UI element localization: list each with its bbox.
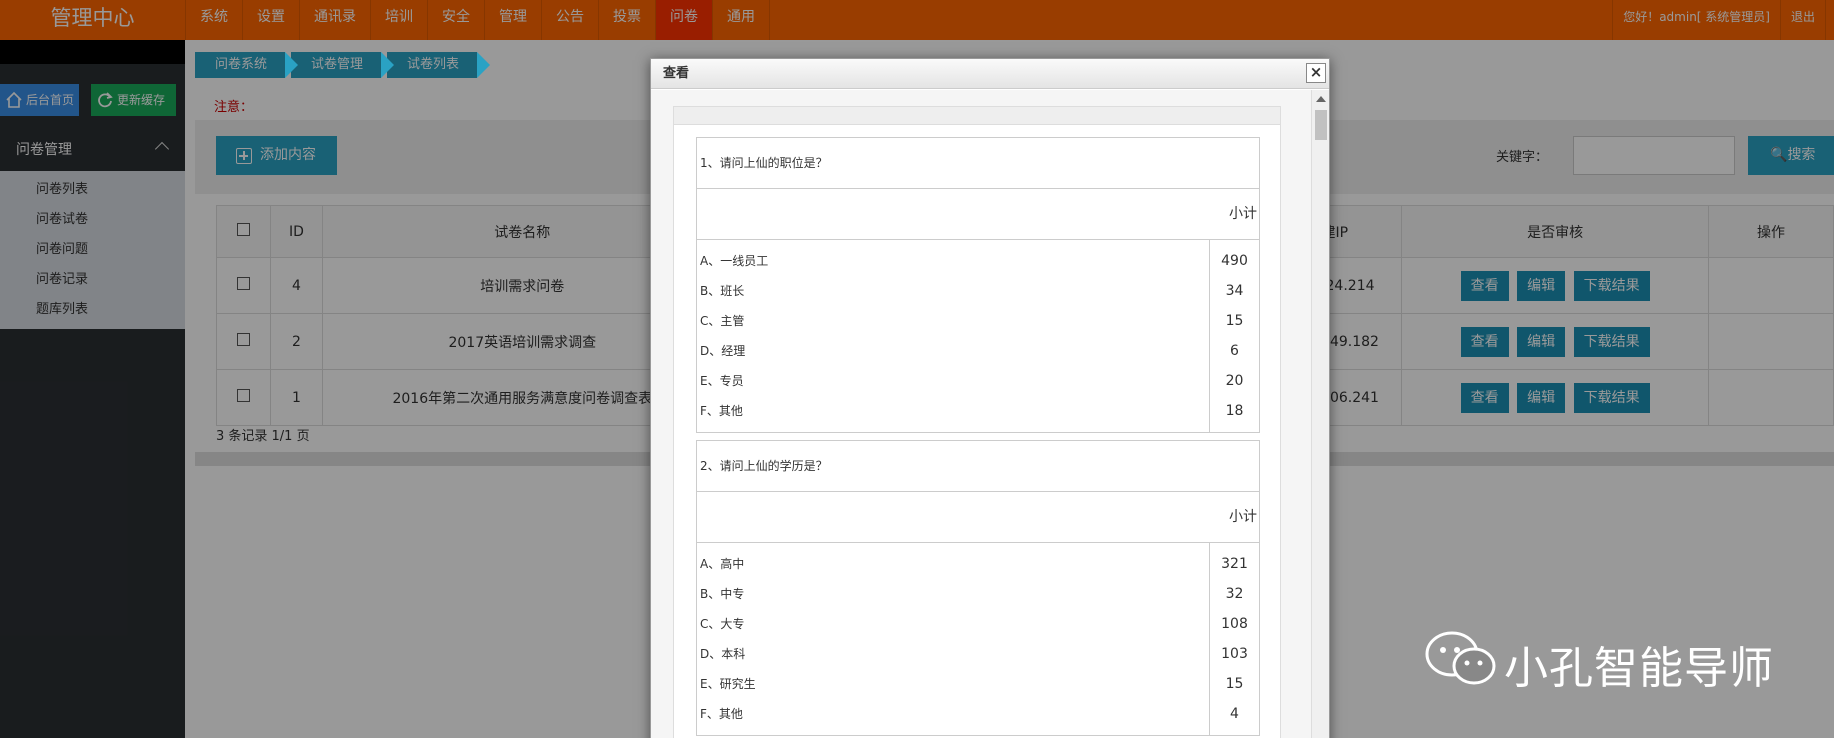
dialog-scrollbar[interactable] [1311, 90, 1329, 738]
dialog-body: 1、请问上仙的职位是？ 小计 A、一线员工 490 B、班长 34 C、主管 15 D… [651, 90, 1329, 738]
option-label: D、本科 [700, 647, 746, 661]
question-title: 1、请问上仙的职位是？ [697, 138, 1259, 189]
question-block: 2、请问上仙的学历是？ 小计 A、高中 321 B、中专 32 C、大专 108 D、… [696, 440, 1260, 736]
option-row: C、大专 108 [697, 609, 1259, 639]
subtotal-label: 小计 [697, 189, 1259, 240]
sheet-top-strip [674, 107, 1280, 125]
option-count: 321 [1221, 556, 1248, 572]
option-label: D、经理 [700, 344, 746, 358]
option-row: D、经理 6 [697, 336, 1259, 366]
option-count: 490 [1221, 253, 1248, 269]
watermark: 小孔智能导师 [1424, 628, 1784, 694]
scroll-thumb[interactable] [1315, 110, 1327, 140]
question-block: 1、请问上仙的职位是？ 小计 A、一线员工 490 B、班长 34 C、主管 15 D… [696, 137, 1260, 433]
result-sheet: 1、请问上仙的职位是？ 小计 A、一线员工 490 B、班长 34 C、主管 15 D… [673, 106, 1281, 738]
option-row: A、一线员工 490 [697, 246, 1259, 276]
option-count: 4 [1230, 706, 1239, 722]
option-row: F、其他 4 [697, 699, 1259, 729]
option-row: B、班长 34 [697, 276, 1259, 306]
option-label: C、主管 [700, 314, 745, 328]
view-dialog: 查看 × 1、请问上仙的职位是？ 小计 A、一线员工 490 B、班长 34 C、主… [650, 58, 1330, 738]
option-list: A、一线员工 490 B、班长 34 C、主管 15 D、经理 6 E、专员 20 F、其… [697, 240, 1259, 432]
watermark-text: 小孔智能导师 [1504, 643, 1774, 694]
dialog-title: 查看 [663, 66, 690, 81]
option-label: F、其他 [700, 707, 743, 721]
option-row: A、高中 321 [697, 549, 1259, 579]
option-label: B、中专 [700, 587, 745, 601]
option-label: A、高中 [700, 557, 745, 571]
option-count: 6 [1230, 343, 1239, 359]
scroll-up-icon[interactable] [1316, 96, 1326, 102]
option-label: E、研究生 [700, 677, 756, 691]
option-row: C、主管 15 [697, 306, 1259, 336]
option-row: E、研究生 15 [697, 669, 1259, 699]
option-count: 103 [1221, 646, 1248, 662]
option-row: E、专员 20 [697, 366, 1259, 396]
question-title: 2、请问上仙的学历是？ [697, 441, 1259, 492]
option-count: 108 [1221, 616, 1248, 632]
option-count: 32 [1225, 586, 1244, 602]
option-row: F、其他 18 [697, 396, 1259, 426]
dialog-header[interactable]: 查看 × [651, 59, 1329, 89]
wechat-icon [1425, 631, 1496, 685]
option-row: B、中专 32 [697, 579, 1259, 609]
option-label: C、大专 [700, 617, 745, 631]
option-label: E、专员 [700, 374, 744, 388]
option-count: 18 [1225, 403, 1244, 419]
option-count: 15 [1225, 676, 1244, 692]
option-row: D、本科 103 [697, 639, 1259, 669]
option-label: A、一线员工 [700, 254, 769, 268]
option-count: 20 [1225, 373, 1244, 389]
option-count: 15 [1225, 313, 1244, 329]
close-icon[interactable]: × [1306, 63, 1326, 83]
option-count: 34 [1225, 283, 1244, 299]
subtotal-label: 小计 [697, 492, 1259, 543]
option-label: B、班长 [700, 284, 745, 298]
option-list: A、高中 321 B、中专 32 C、大专 108 D、本科 103 E、研究生 15 F… [697, 543, 1259, 735]
option-label: F、其他 [700, 404, 743, 418]
